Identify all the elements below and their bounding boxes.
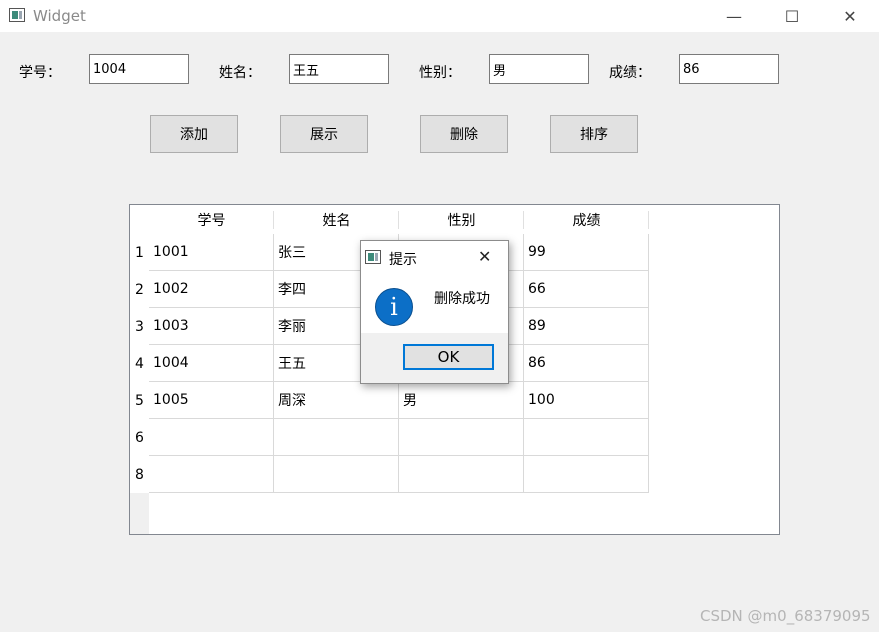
dialog-message: 删除成功 — [434, 291, 490, 307]
dialog-close-icon[interactable]: ✕ — [478, 247, 491, 266]
name-label: 姓名： — [219, 65, 261, 81]
watermark: CSDN @m0_68379095 — [700, 607, 871, 625]
score-input[interactable] — [679, 54, 779, 84]
table-cell[interactable]: 89 — [524, 308, 649, 345]
table-cell[interactable]: 100 — [524, 382, 649, 419]
header-separator — [273, 211, 274, 229]
info-icon: i — [375, 288, 413, 326]
table-cell[interactable]: 周深 — [274, 382, 399, 419]
student-id-label: 学号： — [19, 65, 61, 81]
header-separator — [648, 211, 649, 229]
title-bar: Widget — ☐ ✕ — [0, 0, 879, 32]
column-header-gender[interactable]: 性别 — [399, 205, 524, 234]
table-cell[interactable] — [399, 419, 524, 456]
table-corner — [130, 205, 149, 234]
table-cell[interactable]: 1004 — [149, 345, 274, 382]
student-id-input[interactable] — [89, 54, 189, 84]
table-cell[interactable]: 1002 — [149, 271, 274, 308]
table-cell[interactable]: 1001 — [149, 234, 274, 271]
table-cell[interactable] — [399, 456, 524, 493]
table-cell[interactable] — [149, 456, 274, 493]
column-header-name[interactable]: 姓名 — [274, 205, 399, 234]
app-icon — [9, 8, 25, 22]
row-header[interactable]: 6 — [130, 419, 149, 456]
row-header[interactable]: 4 — [130, 345, 149, 382]
maximize-button[interactable]: ☐ — [763, 0, 821, 32]
row-header[interactable]: 1 — [130, 234, 149, 271]
row-header[interactable]: 5 — [130, 382, 149, 419]
column-header-score[interactable]: 成绩 — [524, 205, 649, 234]
ok-button[interactable]: OK — [403, 344, 494, 370]
sort-button[interactable]: 排序 — [550, 115, 638, 153]
window-title: Widget — [33, 7, 86, 25]
table-cell[interactable] — [149, 419, 274, 456]
add-button[interactable]: 添加 — [150, 115, 238, 153]
table-cell[interactable]: 66 — [524, 271, 649, 308]
column-header-id[interactable]: 学号 — [149, 205, 274, 234]
table-cell[interactable] — [274, 456, 399, 493]
dialog-title: 提示 — [389, 252, 417, 268]
table-cell[interactable]: 1005 — [149, 382, 274, 419]
header-separator — [398, 211, 399, 229]
minimize-button[interactable]: — — [705, 0, 763, 32]
table-cell[interactable]: 86 — [524, 345, 649, 382]
row-header[interactable]: 2 — [130, 271, 149, 308]
row-header[interactable]: 8 — [130, 456, 149, 493]
table-cell[interactable] — [274, 419, 399, 456]
name-input[interactable] — [289, 54, 389, 84]
table-cell[interactable] — [524, 419, 649, 456]
table-cell[interactable]: 男 — [399, 382, 524, 419]
row-header[interactable]: 3 — [130, 308, 149, 345]
table-cell[interactable]: 1003 — [149, 308, 274, 345]
table-cell[interactable]: 99 — [524, 234, 649, 271]
close-button[interactable]: ✕ — [821, 0, 879, 32]
dialog-app-icon — [365, 250, 381, 264]
gender-input[interactable] — [489, 54, 589, 84]
message-dialog[interactable]: 提示 ✕ i 删除成功 OK — [360, 240, 509, 384]
score-label: 成绩： — [609, 65, 651, 81]
show-button[interactable]: 展示 — [280, 115, 368, 153]
header-separator — [523, 211, 524, 229]
delete-button[interactable]: 删除 — [420, 115, 508, 153]
table-cell[interactable] — [524, 456, 649, 493]
gender-label: 性别： — [419, 65, 461, 81]
